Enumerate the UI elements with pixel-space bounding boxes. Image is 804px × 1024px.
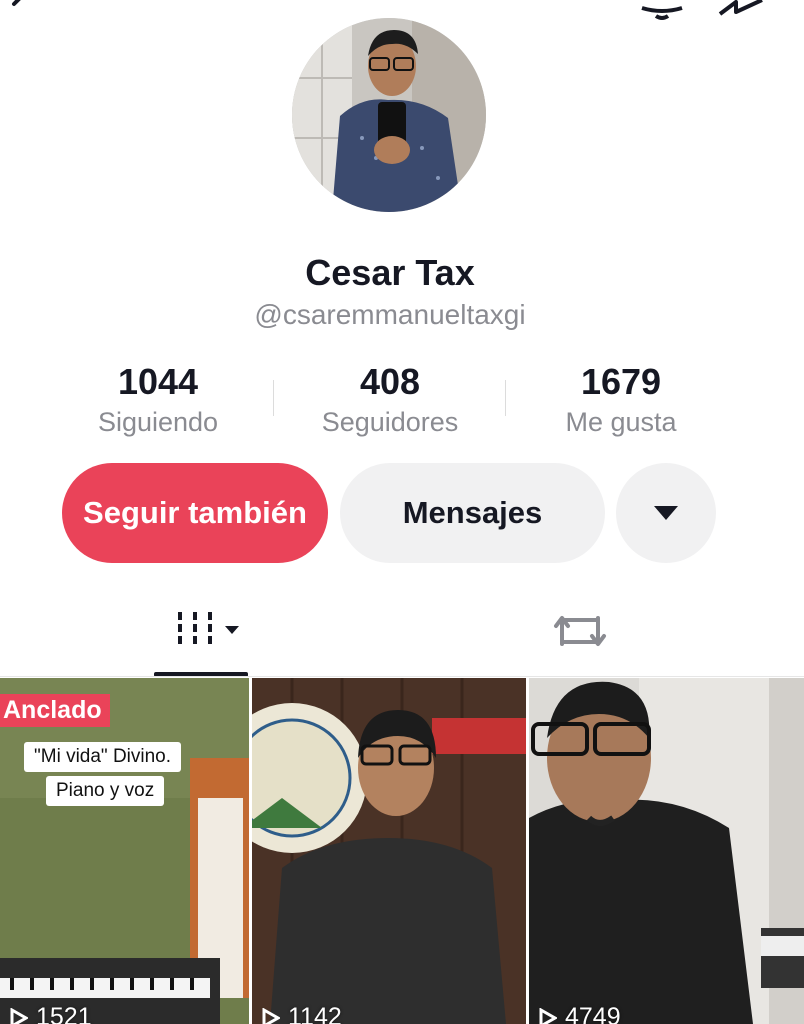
stat-following[interactable]: 1044 Siguiendo xyxy=(58,362,258,438)
video-thumbnail-image xyxy=(252,678,526,1024)
avatar-image xyxy=(292,18,486,212)
stat-likes-label: Me gusta xyxy=(565,407,677,437)
view-count-value: 1142 xyxy=(288,1003,342,1024)
tabs-divider xyxy=(0,676,804,677)
view-count: 1142 xyxy=(262,1003,342,1024)
profile-name: Cesar Tax xyxy=(305,252,475,293)
play-icon xyxy=(262,1007,280,1024)
profile-handle: @csaremmanueltaxgi xyxy=(254,299,526,330)
video-thumbnail-1[interactable]: Anclado "Mi vida" Divino. Piano y voz 15… xyxy=(0,678,249,1024)
stat-following-value: 1044 xyxy=(117,361,199,402)
caret-down-icon xyxy=(654,506,678,520)
view-count-value: 4749 xyxy=(565,1003,621,1024)
stat-followers[interactable]: 408 Seguidores xyxy=(290,362,490,438)
video-thumbnail-image xyxy=(529,678,804,1024)
bell-icon[interactable] xyxy=(636,0,688,22)
grid-icon xyxy=(178,612,239,644)
stat-likes[interactable]: 1679 Me gusta xyxy=(521,362,721,438)
play-icon xyxy=(10,1007,28,1024)
back-arrow-icon[interactable] xyxy=(0,0,40,20)
avatar[interactable] xyxy=(292,18,486,212)
stat-likes-value: 1679 xyxy=(580,361,662,402)
messages-button[interactable]: Mensajes xyxy=(340,463,605,563)
view-count: 1521 xyxy=(10,1003,92,1024)
stat-following-label: Siguiendo xyxy=(97,407,219,437)
video-thumbnail-2[interactable]: 1142 xyxy=(252,678,526,1024)
stat-divider xyxy=(273,380,274,416)
view-count: 4749 xyxy=(539,1003,621,1024)
repost-icon xyxy=(554,616,606,646)
follow-back-button[interactable]: Seguir también xyxy=(62,463,328,563)
stat-followers-value: 408 xyxy=(359,361,421,402)
video-thumbnail-image xyxy=(0,678,249,1024)
video-caption-line1: "Mi vida" Divino. xyxy=(24,742,182,772)
video-thumbnail-3[interactable]: 4749 xyxy=(529,678,804,1024)
play-icon xyxy=(539,1007,557,1024)
pinned-badge: Anclado xyxy=(0,694,110,727)
tab-videos[interactable] xyxy=(154,596,248,678)
stat-divider xyxy=(505,380,506,416)
more-options-button[interactable] xyxy=(616,463,716,563)
video-caption-line2: Piano y voz xyxy=(46,776,165,806)
stat-followers-label: Seguidores xyxy=(321,407,459,437)
share-icon[interactable] xyxy=(714,0,770,22)
tab-reposts[interactable] xyxy=(540,596,620,666)
view-count-value: 1521 xyxy=(36,1003,92,1024)
